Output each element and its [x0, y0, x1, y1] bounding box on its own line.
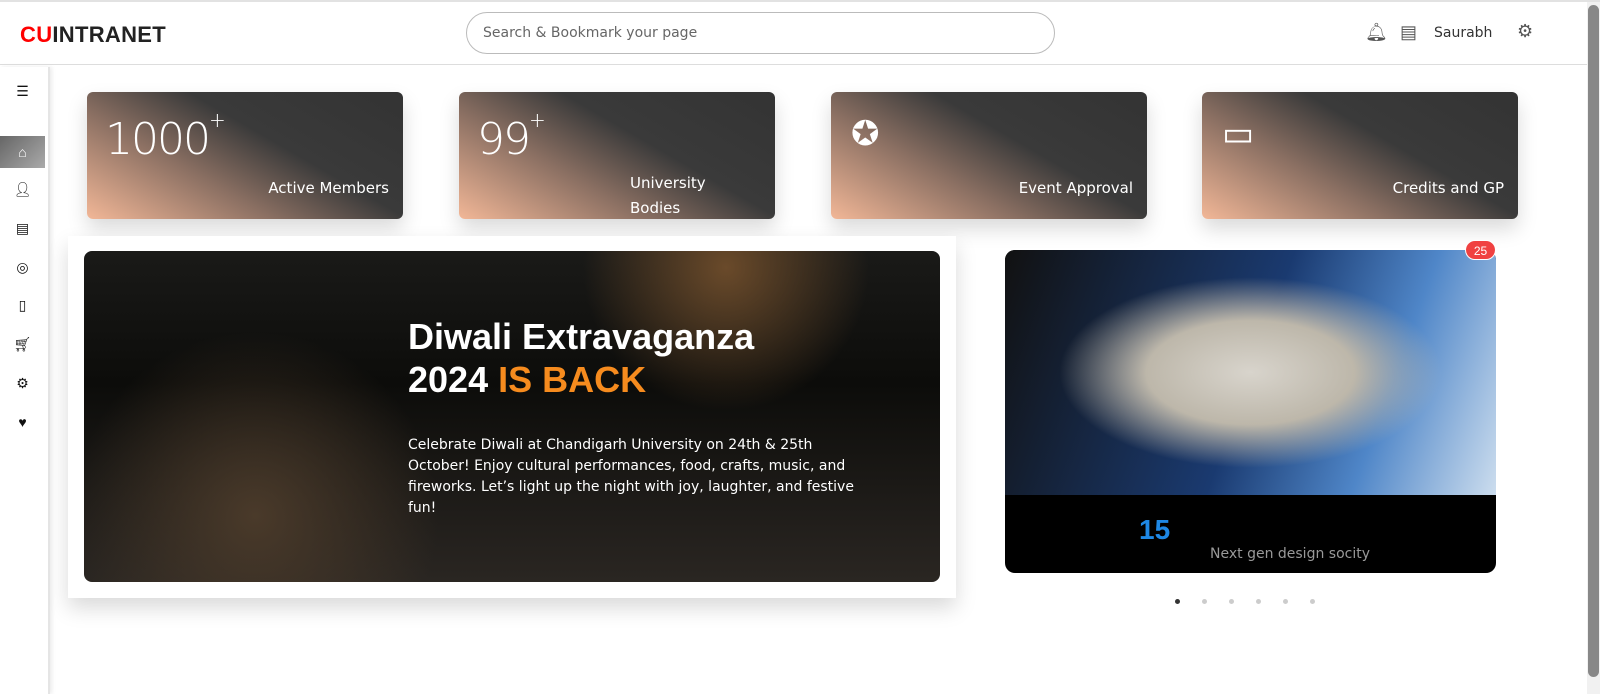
scrollbar[interactable] — [1587, 2, 1600, 694]
slide-number: 15 — [1139, 514, 1171, 545]
sidebar: ☰ ⌂ 👤︎ ▤ ◎ ▯ 🛒︎ ⚙ ♥ — [0, 67, 50, 694]
carousel-dot[interactable] — [1202, 599, 1207, 604]
sidebar-heart-icon[interactable]: ♥ — [0, 406, 45, 438]
user-name[interactable]: Saurabh — [1434, 25, 1492, 41]
sidebar-home-icon[interactable]: ⌂ — [0, 136, 45, 168]
stat-value: 1000+ — [105, 108, 226, 165]
stat-card-credits[interactable]: ▭ Credits and GP — [1202, 92, 1518, 219]
search-input[interactable] — [466, 12, 1055, 54]
carousel-dot[interactable] — [1256, 599, 1261, 604]
astronaut-image — [1005, 250, 1496, 495]
sidebar-activity-icon[interactable]: ◎ — [0, 251, 45, 283]
event-banner: Diwali Extravaganza 2024 IS BACK Celebrat… — [68, 236, 956, 598]
banner-title: Diwali Extravaganza 2024 IS BACK — [408, 316, 755, 400]
logo-cu: CU — [20, 22, 53, 47]
bell-icon[interactable]: 🔔︎ — [1365, 22, 1388, 43]
gear-icon[interactable]: ⚙ — [1517, 21, 1533, 42]
sidebar-chat-icon[interactable]: ▤ — [0, 212, 45, 244]
stat-card-university-bodies[interactable]: 99+ University Bodies — [459, 92, 775, 219]
sidebar-document-icon[interactable]: ▯ — [0, 289, 45, 321]
count-badge: 25 — [1465, 240, 1496, 260]
sidebar-settings-icon[interactable]: ⚙ — [0, 367, 45, 399]
menu-icon[interactable]: ☰ — [0, 75, 45, 107]
badge-check-icon: ✪ — [851, 115, 880, 153]
sidebar-cart-icon[interactable]: 🛒︎ — [0, 328, 45, 360]
stat-label: University Bodies — [630, 174, 706, 217]
carousel-dot[interactable] — [1175, 599, 1180, 604]
logo[interactable]: CUINTRANET — [20, 22, 166, 48]
stat-card-active-members[interactable]: 1000+ Active Members — [87, 92, 403, 219]
credit-card-check-icon: ▭ — [1222, 115, 1255, 153]
carousel-dot[interactable] — [1229, 599, 1234, 604]
stat-label: Active Members — [268, 179, 389, 197]
banner-description: Celebrate Diwali at Chandigarh Universit… — [408, 437, 854, 516]
message-icon[interactable]: ▤ — [1400, 22, 1417, 43]
stat-card-event-approval[interactable]: ✪ Event Approval — [831, 92, 1147, 219]
sidebar-user-icon[interactable]: 👤︎ — [0, 173, 45, 205]
stat-value: 99+ — [477, 108, 546, 165]
carousel-dots — [1175, 599, 1315, 604]
banner-image[interactable]: Diwali Extravaganza 2024 IS BACK Celebrat… — [84, 251, 940, 582]
logo-text: INTRANET — [52, 22, 167, 47]
carousel-dot[interactable] — [1283, 599, 1288, 604]
stat-label: Event Approval — [1018, 179, 1133, 197]
slide-label: Next gen design socity — [1210, 546, 1371, 562]
stat-label: Credits and GP — [1392, 179, 1504, 197]
carousel-dot[interactable] — [1310, 599, 1315, 604]
top-bar: CUINTRANET 🔔︎ ▤ Saurabh ⚙ — [0, 2, 1600, 65]
carousel-slide[interactable]: 15 Next gen design socity — [1005, 250, 1496, 573]
